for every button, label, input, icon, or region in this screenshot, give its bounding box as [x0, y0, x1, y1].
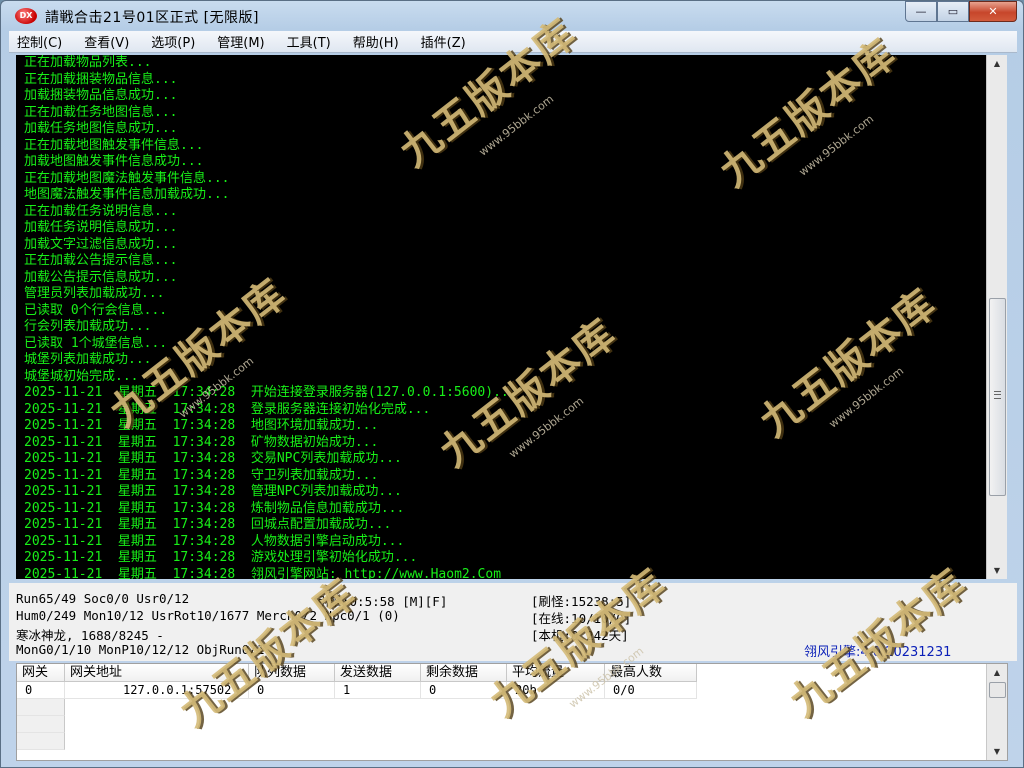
col-gateway[interactable]: 网关: [17, 664, 65, 682]
log-console[interactable]: 正在加载物品列表... 正在加载捆装物品信息... 加载捆装物品信息成功... 正在加…: [16, 55, 986, 579]
maximize-icon: ▭: [947, 5, 959, 18]
table-row[interactable]: 0 127.0.0.1:57502 0 1 0 20b 0/0: [17, 682, 697, 699]
log-line: 2025-11-21 星期五 17:34:28 人物数据引擎启动成功...: [24, 533, 405, 549]
log-line: 管理员列表加载成功...: [24, 286, 165, 301]
grid-scroll-up-icon[interactable]: ▲: [987, 664, 1007, 681]
close-icon: ✕: [988, 5, 998, 18]
log-line: 2025-11-21 星期五 17:34:28 翎风引擎网站: http://w…: [24, 566, 502, 580]
status-mon: MonG0/1/10 MonP10/12/12 ObjRun0/1: [16, 642, 265, 657]
log-line: 城堡城初始完成...: [24, 368, 139, 384]
cell-address: 127.0.0.1:57502: [65, 682, 249, 699]
grid-scroll-down-icon[interactable]: ▼: [987, 743, 1007, 760]
log-line: 正在加载物品列表...: [24, 55, 152, 70]
empty-row: [17, 733, 65, 750]
log-line: 2025-11-21 星期五 17:34:28 开始连接登录服务器(127.0.…: [24, 385, 517, 400]
grid-scrollbar[interactable]: ▲ ▼: [986, 664, 1007, 760]
cell-max: 0/0: [605, 682, 697, 699]
log-line: 正在加载地图魔法触发事件信息...: [24, 170, 230, 186]
log-line: 已读取 1个城堡信息...: [24, 335, 168, 351]
row-header-cell: [17, 733, 65, 750]
col-remaining-data[interactable]: 剩余数据: [421, 664, 507, 682]
log-line: 加载任务说明信息成功...: [24, 220, 178, 235]
menu-plugins[interactable]: 插件(Z): [413, 32, 474, 51]
empty-row: [17, 699, 65, 716]
log-line: 2025-11-21 星期五 17:34:28 矿物数据初始成功...: [24, 434, 379, 450]
log-line: 2025-11-21 星期五 17:34:28 守卫列表加载成功...: [24, 467, 379, 483]
grid-scroll-thumb[interactable]: [989, 682, 1006, 698]
log-line: 加载公告提示信息成功...: [24, 269, 178, 285]
menu-manage[interactable]: 管理(M): [209, 32, 272, 51]
server-window: DX 請戦合击21号01区正式 [无限版] — ▭ ✕ 控制(C) 查看(V) …: [0, 0, 1024, 768]
status-run: Run65/49 Soc0/0 Usr0/12: [16, 591, 190, 606]
col-max-users[interactable]: 最高人数: [605, 664, 697, 682]
log-line: 地图魔法触发事件信息加载成功...: [24, 187, 230, 202]
title-bar[interactable]: DX 請戦合击21号01区正式 [无限版] — ▭ ✕: [1, 1, 1023, 31]
scroll-thumb[interactable]: [989, 298, 1006, 496]
gateway-grid[interactable]: 网关 网关地址 队列数据 发送数据 剩余数据 平均流量 最高人数 0 127.0…: [16, 663, 1008, 761]
row-header-cell: [17, 699, 65, 716]
log-line: 已读取 0个行会信息...: [24, 302, 168, 318]
log-scrollbar[interactable]: ▲ ▼: [986, 55, 1007, 579]
log-line: 正在加载捆装物品信息...: [24, 71, 178, 87]
status-hum: Hum0/249 Mon10/12 UsrRot10/1677 Merch0/2…: [16, 608, 400, 623]
log-line: 2025-11-21 星期五 17:34:28 管理NPC列表加载成功...: [24, 484, 402, 499]
empty-row: [17, 716, 65, 733]
scroll-down-icon[interactable]: ▼: [987, 562, 1007, 579]
log-line: 2025-11-21 星期五 17:34:28 回城点配置加载成功...: [24, 517, 392, 532]
col-gateway-address[interactable]: 网关地址: [65, 664, 249, 682]
window-title: 請戦合击21号01区正式 [无限版]: [45, 10, 260, 26]
col-avg-traffic[interactable]: 平均流量: [507, 664, 605, 682]
log-line: 2025-11-21 星期五 17:34:28 交易NPC列表加载成功...: [24, 451, 402, 466]
status-machine: [本机:0.242天]: [531, 628, 629, 643]
menu-tools[interactable]: 工具(T): [279, 32, 339, 51]
log-line: 行会列表加载成功...: [24, 319, 152, 334]
menu-control[interactable]: 控制(C): [9, 32, 70, 51]
log-line: 2025-11-21 星期五 17:34:28 地图环境加载成功...: [24, 418, 379, 433]
log-line: 正在加载任务地图信息...: [24, 104, 178, 120]
log-line: 2025-11-21 星期五 17:34:28 炼制物品信息加载成功...: [24, 500, 405, 516]
row-header-cell: [17, 716, 65, 733]
cell-remaining: 0: [421, 682, 507, 699]
log-line: 加载捆装物品信息成功...: [24, 88, 178, 103]
menu-bar: 控制(C) 查看(V) 选项(P) 管理(M) 工具(T) 帮助(H) 插件(Z…: [9, 31, 1017, 53]
caption-buttons: — ▭ ✕: [905, 1, 1017, 22]
app-icon: DX: [15, 8, 37, 24]
log-line: 2025-11-21 星期五 17:34:28 登录服务器连接初始化完成...: [24, 401, 431, 417]
menu-options[interactable]: 选项(P): [143, 32, 203, 51]
menu-view[interactable]: 查看(V): [76, 32, 137, 51]
menu-help[interactable]: 帮助(H): [345, 32, 407, 51]
cell-queue: 0: [249, 682, 335, 699]
col-queue-data[interactable]: 队列数据: [249, 664, 335, 682]
log-line: 城堡列表加载成功...: [24, 352, 152, 367]
log-line: 2025-11-21 星期五 17:34:28 游戏处理引擎初始化成功...: [24, 550, 418, 565]
status-panel: Run65/49 Soc0/0 Usr0/12 引擎:0:5:58 [M][F]…: [9, 583, 1017, 661]
log-line: 正在加载公告提示信息...: [24, 253, 178, 268]
col-send-data[interactable]: 发送数据: [335, 664, 421, 682]
minimize-button[interactable]: —: [905, 1, 937, 22]
grip-icon: [994, 391, 1001, 399]
scroll-up-icon[interactable]: ▲: [987, 55, 1007, 72]
log-line: 正在加载任务说明信息...: [24, 203, 178, 219]
close-button[interactable]: ✕: [969, 1, 1017, 22]
grid-header: 网关 网关地址 队列数据 发送数据 剩余数据 平均流量 最高人数: [17, 664, 697, 682]
log-line: 加载任务地图信息成功...: [24, 121, 178, 136]
log-line: 加载文字过滤信息成功...: [24, 236, 178, 252]
cell-avg: 20b: [507, 682, 605, 699]
minimize-icon: —: [915, 5, 927, 18]
log-line: 正在加载地图触发事件信息...: [24, 137, 204, 153]
maximize-button[interactable]: ▭: [937, 1, 969, 22]
cell-send: 1: [335, 682, 421, 699]
log-line: 加载地图触发事件信息成功...: [24, 154, 204, 169]
engine-version: 翎风引擎:4.0 20231231: [804, 645, 952, 660]
cell-gateway: 0: [17, 682, 65, 699]
